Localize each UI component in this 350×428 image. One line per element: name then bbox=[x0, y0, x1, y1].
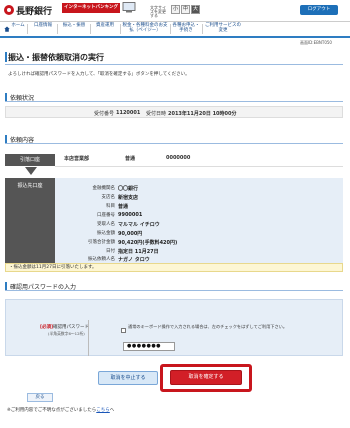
page-title: 振込・振替依頼取消の実行 bbox=[8, 53, 104, 62]
nav-item-applications[interactable]: 各種お申込・手続き bbox=[172, 22, 200, 36]
from-account-row bbox=[55, 151, 343, 167]
field-label: 口座番号 bbox=[97, 213, 115, 218]
nav-divider bbox=[90, 24, 91, 34]
field-label: 受取人名 bbox=[97, 222, 115, 227]
field-label: 金融機関名 bbox=[92, 186, 116, 191]
field-label: 支店名 bbox=[101, 195, 116, 200]
section-title: 依頼内容 bbox=[10, 137, 35, 144]
field-value: ナガノ タロウ bbox=[118, 257, 150, 263]
computer-icon bbox=[122, 2, 136, 13]
title-accent-bar bbox=[5, 52, 7, 62]
help-text-body: ※ご利用内容でご不明な点がございましたら bbox=[7, 408, 97, 413]
arrow-down-icon bbox=[25, 167, 37, 175]
from-account-number: 0000000 bbox=[166, 155, 191, 161]
password-hint: (半角英数字6〜12桁) bbox=[48, 331, 85, 336]
nav-divider bbox=[27, 24, 28, 34]
to-account-label-col: 振込先口座 bbox=[5, 178, 55, 263]
field-label: 科目 bbox=[106, 204, 115, 209]
font-size-medium-button[interactable]: 中 bbox=[181, 5, 190, 14]
password-label: 確認用パスワード bbox=[53, 325, 89, 330]
field-label: 日付 bbox=[106, 249, 115, 254]
from-branch: 本店営業部 bbox=[64, 156, 90, 162]
software-keyboard-checkbox[interactable] bbox=[121, 328, 126, 333]
nav-item-investment[interactable]: 資産運用 bbox=[92, 22, 118, 36]
field-value: 〇〇銀行 bbox=[118, 186, 139, 192]
password-divider bbox=[88, 320, 89, 356]
debit-notice: ・振込金額は11月27日に引落いたします。 bbox=[5, 263, 343, 272]
bank-name: 長野銀行 bbox=[16, 7, 53, 17]
nav-divider bbox=[170, 24, 171, 34]
section-title: 依頼状況 bbox=[10, 95, 35, 102]
back-button[interactable]: 戻る bbox=[27, 393, 53, 402]
reception-no-label: 受付番号 bbox=[94, 111, 115, 117]
title-divider bbox=[5, 64, 343, 65]
password-input[interactable]: ●●●●●●● bbox=[123, 342, 175, 351]
logout-button[interactable]: ログアウト bbox=[300, 5, 338, 15]
nav-item-service-change[interactable]: ご利用サービスの変更 bbox=[204, 22, 242, 36]
help-text: ※ご利用内容でご不明な点がございましたらこちらへ bbox=[7, 407, 114, 413]
field-value: 指定日 11月27日 bbox=[118, 249, 159, 255]
field-value: 新宿支店 bbox=[118, 195, 139, 201]
nav-divider bbox=[202, 24, 203, 34]
nav-divider bbox=[57, 24, 58, 34]
field-value: 普通 bbox=[118, 204, 129, 210]
font-size-label: 文字サイズを変更する bbox=[150, 5, 166, 18]
reception-no: 1120001 bbox=[116, 110, 141, 116]
cancel-stop-button[interactable]: 取消を中止する bbox=[98, 371, 158, 385]
nav-item-home[interactable]: ホーム bbox=[11, 22, 25, 36]
field-label: 引落合計金額 bbox=[88, 240, 115, 245]
intro-text: よろしければ確認用パスワードを入力して、「取消を確定する」ボタンを押してください… bbox=[8, 72, 190, 77]
field-value: マルマル イチロウ bbox=[118, 222, 160, 228]
nav-item-accounts[interactable]: 口座情報 bbox=[30, 22, 56, 36]
help-suffix: へ bbox=[109, 408, 115, 413]
keyboard-note: 通常のキーボード操作で入力される場合は、左のチェックをはずしてご利用下さい。 bbox=[128, 324, 288, 329]
nav-divider bbox=[120, 24, 121, 34]
reception-date: 2013年11月20日 10時00分 bbox=[168, 111, 237, 117]
bank-logo-icon bbox=[4, 5, 14, 15]
field-label: 振込金額 bbox=[97, 231, 115, 236]
nav-item-payeasy[interactable]: 税金・各種料金のお支払（ペイジー） bbox=[122, 22, 168, 36]
nav-item-transfer[interactable]: 振込・振替 bbox=[60, 22, 88, 36]
screen-id: 画面ID:EBNT050 bbox=[300, 40, 332, 45]
home-icon bbox=[4, 26, 10, 32]
field-label: 振込依頼人名 bbox=[88, 257, 115, 262]
field-value: 90,000円 bbox=[118, 231, 143, 237]
from-account-label: 引落口座 bbox=[5, 154, 55, 166]
request-status-row: 受付番号 1120001 受付日時 2013年11月20日 10時00分 bbox=[5, 106, 343, 118]
font-size-large-button[interactable]: 大 bbox=[191, 5, 200, 14]
confirm-cancel-button[interactable]: 取消を確定する bbox=[170, 370, 242, 385]
internet-banking-banner: インターネットバンキング bbox=[62, 3, 120, 13]
font-size-small-button[interactable]: 小 bbox=[171, 5, 180, 14]
field-value: 9900001 bbox=[118, 212, 143, 218]
section-request-status: 依頼状況 bbox=[5, 92, 343, 102]
field-value: 90,420円(手数料420円) bbox=[118, 240, 178, 246]
section-password: 確認用パスワードの入力 bbox=[5, 281, 343, 291]
section-title: 確認用パスワードの入力 bbox=[10, 284, 77, 291]
required-badge: [必須] bbox=[40, 325, 54, 330]
from-account-type: 普通 bbox=[125, 156, 136, 162]
section-request-content: 依頼内容 bbox=[5, 134, 343, 144]
to-account-label: 振込先口座 bbox=[17, 183, 43, 189]
reception-date-label: 受付日時 bbox=[146, 111, 167, 117]
global-nav: ホーム 口座情報 振込・振替 資産運用 税金・各種料金のお支払（ペイジー） 各種… bbox=[0, 22, 350, 38]
help-link[interactable]: こちら bbox=[96, 408, 110, 413]
